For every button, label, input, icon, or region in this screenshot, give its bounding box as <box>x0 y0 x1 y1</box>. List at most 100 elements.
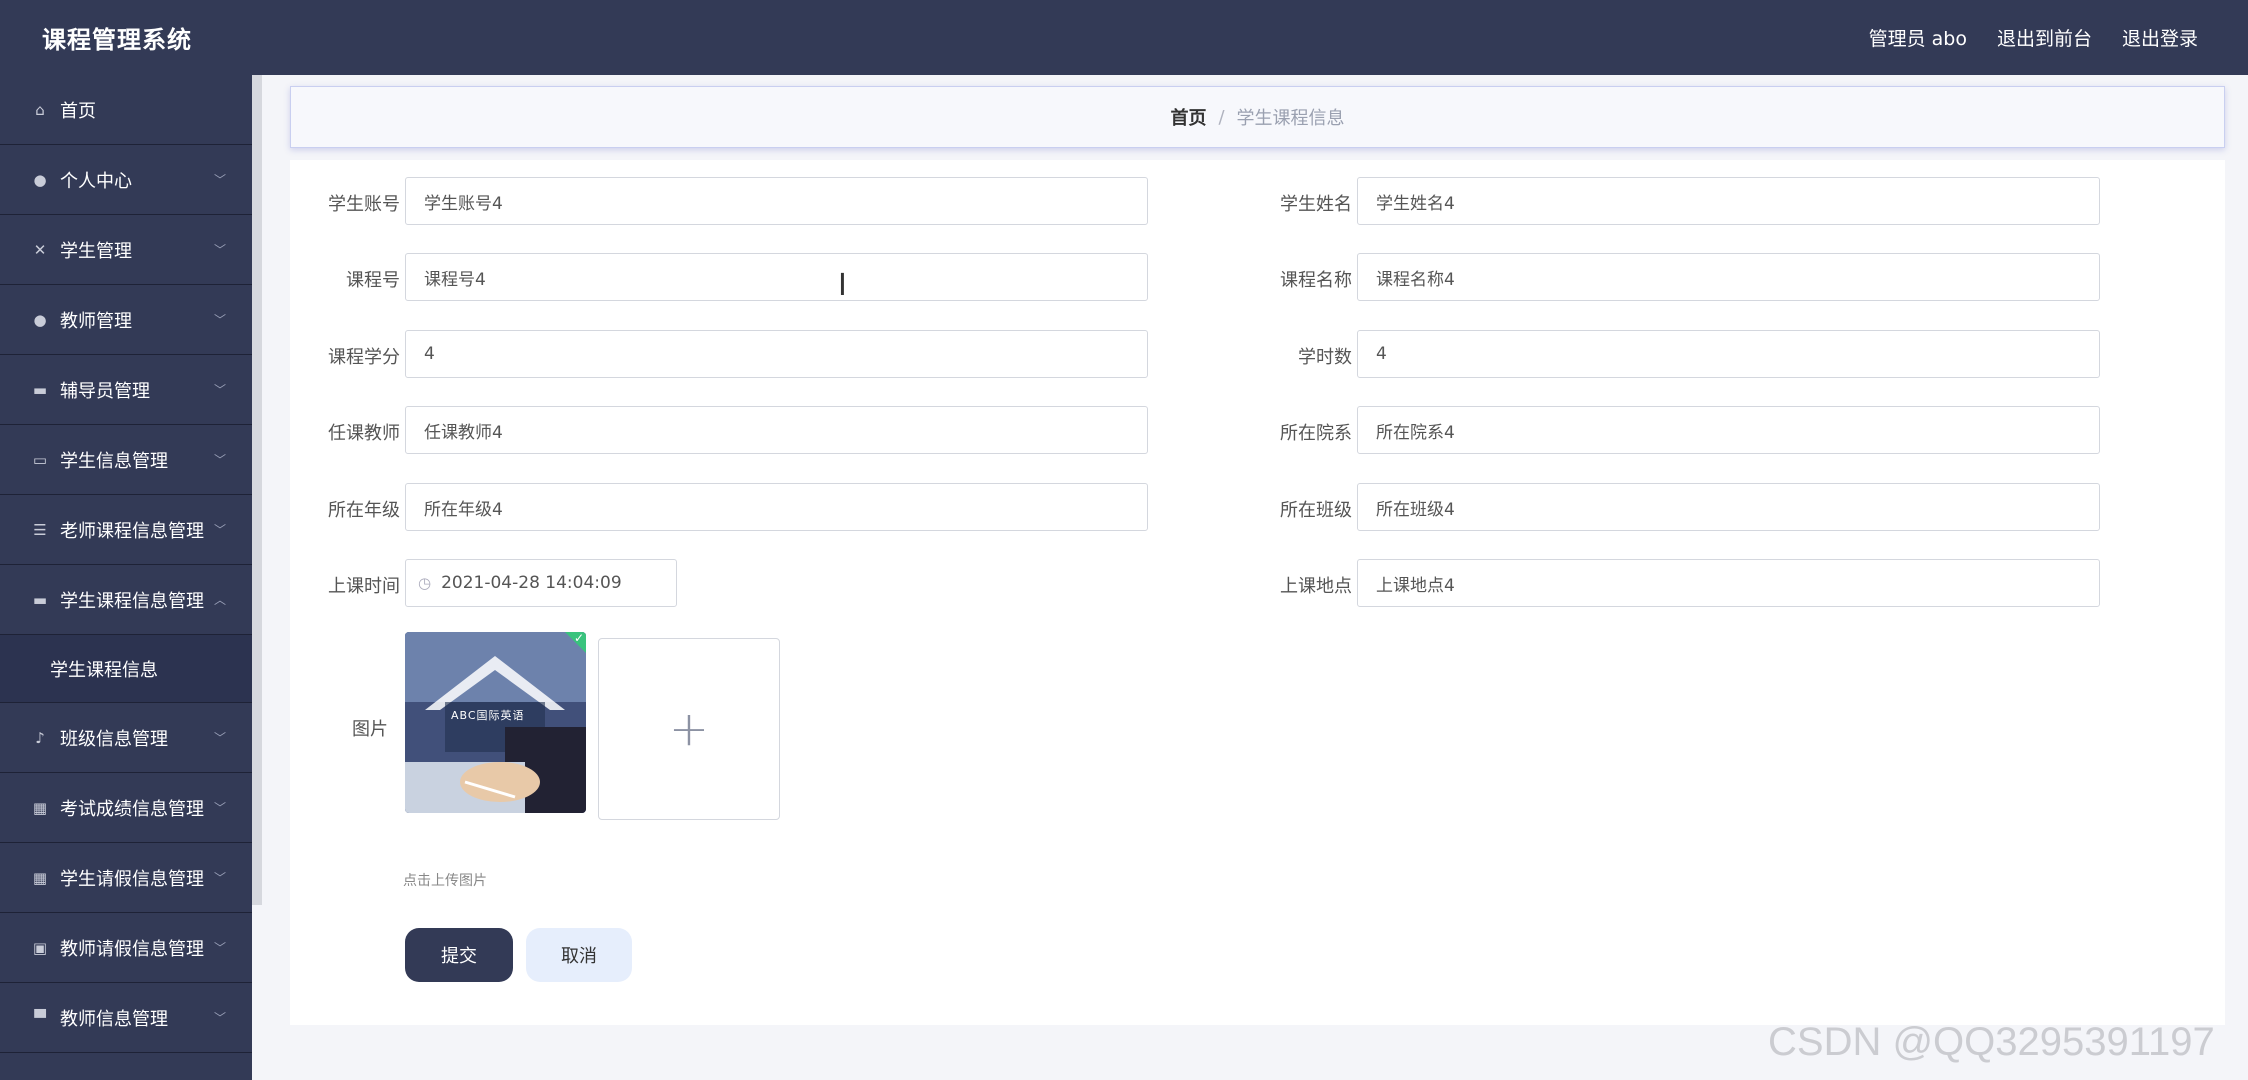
teacher-label: 任课教师 <box>328 423 400 444</box>
sidebar-item-6[interactable]: ☰ 老师课程信息管理 ﹀ <box>0 495 252 565</box>
department-label: 所在院系 <box>1280 423 1352 444</box>
sidebar-item-8[interactable]: ♪ 班级信息管理 ﹀ <box>0 703 252 773</box>
sidebar-scrollbar[interactable] <box>252 75 262 905</box>
top-links: 管理员 abo 退出到前台 退出登录 <box>1869 24 2198 51</box>
class-time-label: 上课时间 <box>328 576 400 597</box>
grade-input[interactable]: 所在年级4 <box>405 483 1148 531</box>
sidebar-item-label: 老师课程信息管理 <box>60 520 204 542</box>
teacher-icon: ● <box>33 310 47 329</box>
sidebar-item-label: 考试成绩信息管理 <box>60 798 204 820</box>
sidebar-item-label: 学生课程信息管理 <box>60 590 204 612</box>
chevron-down-icon: ﹀ <box>213 173 226 187</box>
sidebar-item-label: 首页 <box>60 100 96 122</box>
sidebar-item-label: 教师管理 <box>60 310 132 332</box>
course-no-input[interactable]: 课程号4 <box>405 253 1148 301</box>
sidebar-item-5[interactable]: ▭ 学生信息管理 ﹀ <box>0 425 252 495</box>
cancel-button[interactable]: 取消 <box>526 928 632 982</box>
course-no-label: 课程号 <box>346 270 400 291</box>
class-label: 所在班级 <box>1280 500 1352 521</box>
course-name-label: 课程名称 <box>1280 270 1352 291</box>
department-input[interactable]: 所在院系4 <box>1357 406 2100 454</box>
teacher-input[interactable]: 任课教师4 <box>405 406 1148 454</box>
chevron-down-icon: ﹀ <box>213 383 226 397</box>
grade-label: 所在年级 <box>328 500 400 521</box>
breadcrumb-separator: / <box>1218 106 1225 128</box>
image-label: 图片 <box>352 719 388 740</box>
sidebar: ⌂ 首页 ● 个人中心 ﹀ ✕ 学生管理 ﹀ ● 教师管理 ﹀ ▬ 辅导员管理 ﹀ ▭ 学生信息管理 ﹀ ☰ 老师课… <box>0 75 252 1080</box>
sidebar-item-1[interactable]: ● 个人中心 ﹀ <box>0 145 252 215</box>
sidebar-item-0[interactable]: ⌂ 首页 <box>0 75 252 145</box>
chevron-down-icon: ﹀ <box>213 801 226 815</box>
chevron-down-icon: ﹀ <box>213 871 226 885</box>
chevron-down-icon: ﹀ <box>213 453 226 467</box>
student-name-input[interactable]: 学生姓名4 <box>1357 177 2100 225</box>
chevron-down-icon: ﹀ <box>213 523 226 537</box>
sidebar-item-11[interactable]: ▣ 教师请假信息管理 ﹀ <box>0 913 252 983</box>
counselor-icon: ▬ <box>32 380 48 399</box>
plus-icon: + <box>668 701 710 757</box>
class-input[interactable]: 所在班级4 <box>1357 483 2100 531</box>
upload-tip: 点击上传图片 <box>403 873 487 889</box>
sidebar-item-2[interactable]: ✕ 学生管理 ﹀ <box>0 215 252 285</box>
breadcrumb-home[interactable]: 首页 <box>1170 104 1206 130</box>
upload-success-check-icon: ✓ <box>573 632 584 645</box>
location-label: 上课地点 <box>1280 576 1352 597</box>
sidebar-item-label: 个人中心 <box>60 170 132 192</box>
id-card-icon: ▭ <box>32 450 48 469</box>
hours-label: 学时数 <box>1298 347 1352 368</box>
sidebar-item-12[interactable]: ▀ 教师信息管理 ﹀ <box>0 983 252 1053</box>
sidebar-item-label: 教师请假信息管理 <box>60 938 204 960</box>
sidebar-item-label: 学生请假信息管理 <box>60 868 204 890</box>
list-icon: ☰ <box>33 520 47 539</box>
breadcrumb-current: 学生课程信息 <box>1236 108 1345 129</box>
text-cursor-icon: I <box>838 268 847 303</box>
monitor-icon: ▬ <box>32 590 48 609</box>
student-name-label: 学生姓名 <box>1280 194 1352 215</box>
sidebar-item-label: 教师信息管理 <box>60 1008 168 1030</box>
grid-icon: ▦ <box>32 798 48 817</box>
logout-link[interactable]: 退出登录 <box>2122 24 2198 51</box>
student-account-label: 学生账号 <box>328 194 400 215</box>
location-input[interactable]: 上课地点4 <box>1357 559 2100 607</box>
course-name-input[interactable]: 课程名称4 <box>1357 253 2100 301</box>
credit-label: 课程学分 <box>328 347 400 368</box>
user-icon: ● <box>33 170 47 189</box>
sidebar-item-10[interactable]: ▦ 学生请假信息管理 ﹀ <box>0 843 252 913</box>
chevron-down-icon: ﹀ <box>213 243 226 257</box>
admin-user-label[interactable]: 管理员 abo <box>1869 24 1967 51</box>
students-icon: ✕ <box>33 240 47 259</box>
chevron-down-icon: ﹀ <box>213 941 226 955</box>
student-account-input[interactable]: 学生账号4 <box>405 177 1148 225</box>
credit-input[interactable]: 4 <box>405 330 1148 378</box>
clock-icon: ◷ <box>418 574 432 592</box>
table-icon: ▦ <box>32 868 48 887</box>
chevron-up-icon: ︿ <box>213 593 226 607</box>
class-time-picker[interactable]: ◷ 2021-04-28 14:04:09 <box>405 559 677 607</box>
watermark: CSDN @QQ3295391197 <box>1768 1020 2215 1064</box>
chevron-down-icon: ﹀ <box>213 731 226 745</box>
breadcrumb: 首页 / 学生课程信息 <box>290 86 2225 148</box>
sidebar-subitem-student-course-info[interactable]: 学生课程信息 <box>0 635 252 703</box>
add-image-button[interactable]: + <box>598 638 780 820</box>
thumbnail-caption: ABC国际英语 <box>451 709 525 722</box>
app-title: 课程管理系统 <box>42 26 192 54</box>
submit-button[interactable]: 提交 <box>405 928 513 982</box>
top-bar: 课程管理系统 管理员 abo 退出到前台 退出登录 <box>0 0 2248 75</box>
sidebar-item-3[interactable]: ● 教师管理 ﹀ <box>0 285 252 355</box>
sidebar-item-label: 学生信息管理 <box>60 450 168 472</box>
bell-icon: ♪ <box>35 728 45 747</box>
uploaded-image-thumbnail[interactable]: ✓ ABC国际英语 <box>405 632 586 813</box>
chevron-down-icon: ﹀ <box>213 313 226 327</box>
sidebar-item-9[interactable]: ▦ 考试成绩信息管理 ﹀ <box>0 773 252 843</box>
sidebar-item-label: 学生管理 <box>60 240 132 262</box>
form-panel: 学生账号 学生账号4 学生姓名 学生姓名4 课程号 课程号4 课程名称 课程名称… <box>290 160 2225 1025</box>
hours-input[interactable]: 4 <box>1357 330 2100 378</box>
stand-icon: ▀ <box>34 1008 46 1027</box>
sidebar-item-7[interactable]: ▬ 学生课程信息管理 ︿ <box>0 565 252 635</box>
home-icon: ⌂ <box>35 100 45 119</box>
exit-to-front-link[interactable]: 退出到前台 <box>1997 24 2092 51</box>
sidebar-item-label: 辅导员管理 <box>60 380 150 402</box>
class-time-value: 2021-04-28 14:04:09 <box>441 573 622 593</box>
sidebar-item-4[interactable]: ▬ 辅导员管理 ﹀ <box>0 355 252 425</box>
clipboard-icon: ▣ <box>32 938 48 957</box>
